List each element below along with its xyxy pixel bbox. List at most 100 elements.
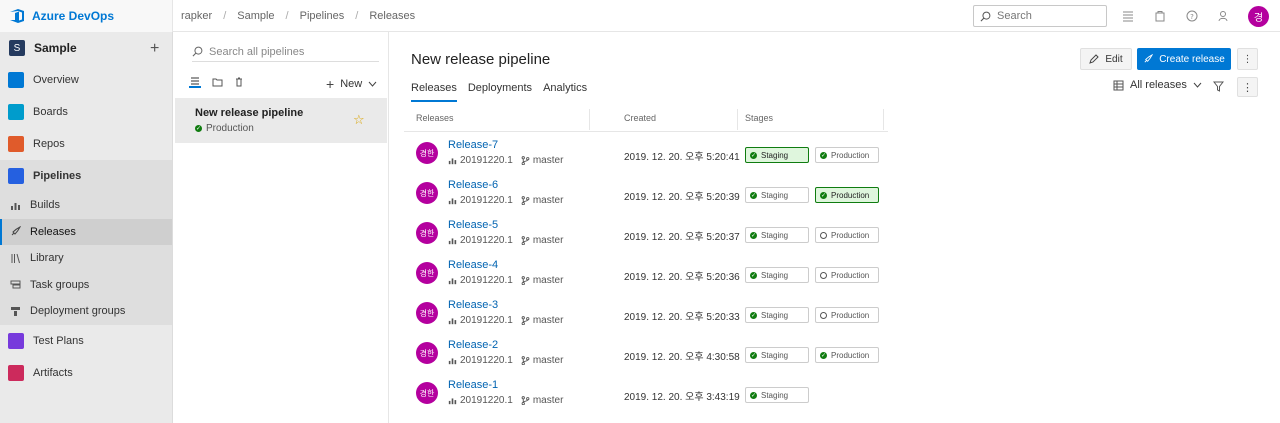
table-row[interactable]: 경한 Release-7 20191220.1 master 2019. 12. 20.… [404, 138, 888, 178]
favorite-star-icon[interactable]: ☆ [353, 112, 365, 128]
svg-text:?: ? [1190, 13, 1194, 21]
sidebar-subitem-library[interactable]: Library [0, 245, 172, 272]
release-build-number: 20191220.1 [460, 275, 513, 286]
pipeline-list-item[interactable]: New release pipeline ✓ Production ☆ [175, 98, 387, 143]
sidebar-item-artifacts[interactable]: Artifacts [0, 357, 172, 389]
user-avatar[interactable]: 경 [1248, 6, 1269, 27]
view-selector[interactable]: All releases [1113, 79, 1202, 91]
release-creator-avatar: 경한 [416, 182, 438, 204]
sidebar-item-repos[interactable]: Repos [0, 128, 172, 160]
stage-badge-production[interactable]: Production [815, 227, 879, 243]
stage-badge-staging[interactable]: ✓ Staging [745, 307, 809, 323]
stage-badge-production[interactable]: ✓ Production [815, 347, 879, 363]
branch-icon [521, 316, 530, 325]
release-created-date: 2019. 12. 20. 오후 4:30:58 [624, 352, 740, 363]
stage-badge-staging[interactable]: ✓ Staging [745, 387, 809, 403]
success-icon: ✓ [750, 231, 757, 239]
stage-badge-staging[interactable]: ✓ Staging [745, 187, 809, 203]
release-artifact-info: 20191220.1 master [448, 155, 563, 166]
release-build-number: 20191220.1 [460, 235, 513, 246]
stage-name: Staging [761, 350, 789, 360]
edit-button[interactable]: Edit [1080, 48, 1132, 70]
release-name-link[interactable]: Release-6 [448, 179, 498, 191]
pipelines-group: Pipelines Builds Releases Library Task g… [0, 160, 172, 325]
add-icon[interactable]: + [150, 40, 159, 58]
tab-releases[interactable]: Releases [411, 82, 457, 102]
stage-badge-staging[interactable]: ✓ Staging [745, 227, 809, 243]
breadcrumb-project[interactable]: Sample [237, 10, 274, 22]
filter-icon[interactable] [1212, 81, 1225, 95]
new-button[interactable]: + New [326, 76, 377, 92]
sidebar-item-test-plans[interactable]: Test Plans [0, 325, 172, 357]
breadcrumb-org[interactable]: rapker [181, 10, 212, 22]
release-name-link[interactable]: Release-3 [448, 299, 498, 311]
release-artifact-info: 20191220.1 master [448, 315, 563, 326]
stage-badge-staging[interactable]: ✓ Staging [745, 147, 809, 163]
stage-name: Production [831, 270, 870, 280]
stage-badge-staging[interactable]: ✓ Staging [745, 267, 809, 283]
tab-bar: Releases Deployments Analytics [411, 82, 587, 102]
sidebar-subitem-builds[interactable]: Builds [0, 192, 172, 219]
view-selector-label: All releases [1130, 79, 1187, 91]
release-name-link[interactable]: Release-7 [448, 139, 498, 151]
sidebar-item-overview[interactable]: Overview [0, 64, 172, 96]
stage-badge-production[interactable]: ✓ Production [815, 147, 879, 163]
folder-icon[interactable] [211, 76, 223, 88]
sidebar-subitem-task-groups[interactable]: Task groups [0, 272, 172, 299]
table-row[interactable]: 경한 Release-5 20191220.1 master 2019. 12. 20.… [404, 218, 888, 258]
branch-icon [521, 236, 530, 245]
create-release-button[interactable]: Create release [1137, 48, 1231, 70]
chevron-down-icon [1193, 82, 1202, 88]
stage-badge-production[interactable]: Production [815, 307, 879, 323]
tab-analytics[interactable]: Analytics [543, 82, 587, 102]
project-header[interactable]: S Sample + [0, 32, 172, 64]
list-icon[interactable] [1118, 6, 1137, 25]
release-name-link[interactable]: Release-1 [448, 379, 498, 391]
search-input[interactable]: Search [973, 5, 1107, 27]
more-actions-button[interactable]: ⋮ [1237, 48, 1258, 70]
release-name-link[interactable]: Release-5 [448, 219, 498, 231]
table-row[interactable]: 경한 Release-6 20191220.1 master 2019. 12. 20.… [404, 178, 888, 218]
more-options-button[interactable]: ⋮ [1237, 77, 1258, 97]
column-header-created[interactable]: Created [624, 113, 656, 123]
sidebar-subitem-releases[interactable]: Releases [0, 218, 172, 245]
table-row[interactable]: 경한 Release-4 20191220.1 master 2019. 12. 20.… [404, 258, 888, 298]
sidebar-subitem-deployment-groups[interactable]: Deployment groups [0, 298, 172, 325]
release-created-date: 2019. 12. 20. 오후 3:43:19 [624, 392, 740, 403]
brand[interactable]: Azure DevOps [0, 0, 173, 32]
release-name-link[interactable]: Release-4 [448, 259, 498, 271]
table-row[interactable]: 경한 Release-2 20191220.1 master 2019. 12. 20.… [404, 338, 888, 378]
sidebar-item-label: Releases [30, 225, 76, 238]
stage-name: Staging [761, 150, 789, 160]
tab-deployments[interactable]: Deployments [468, 82, 532, 102]
success-icon: ✓ [820, 351, 827, 359]
table-row[interactable]: 경한 Release-1 20191220.1 master 2019. 12. 20.… [404, 378, 888, 418]
build-icon [448, 238, 457, 245]
table-row[interactable]: 경한 Release-3 20191220.1 master 2019. 12. 20.… [404, 298, 888, 338]
release-name-link[interactable]: Release-2 [448, 339, 498, 351]
pipeline-search-placeholder: Search all pipelines [209, 45, 305, 58]
user-settings-icon[interactable] [1214, 6, 1233, 25]
breadcrumb-pipelines[interactable]: Pipelines [300, 10, 345, 22]
builds-icon [9, 199, 21, 211]
breadcrumb-releases[interactable]: Releases [369, 10, 415, 22]
list-view-icon[interactable] [189, 76, 201, 88]
pipeline-search-input[interactable]: Search all pipelines [192, 42, 379, 62]
sidebar-item-pipelines[interactable]: Pipelines [0, 160, 172, 192]
column-header-stages[interactable]: Stages [745, 113, 773, 123]
top-bar: Azure DevOps rapker / Sample / Pipelines… [0, 0, 1280, 32]
table-icon [1113, 80, 1124, 90]
sidebar-item-boards[interactable]: Boards [0, 96, 172, 128]
not-deployed-icon [820, 311, 827, 319]
stage-badge-staging[interactable]: ✓ Staging [745, 347, 809, 363]
stage-badge-production[interactable]: Production [815, 267, 879, 283]
marketplace-icon[interactable] [1150, 6, 1169, 25]
release-artifact-info: 20191220.1 master [448, 195, 563, 206]
help-icon[interactable]: ? [1182, 6, 1201, 25]
sidebar: S Sample + Overview Boards Repos Pipelin… [0, 32, 173, 423]
stage-badge-production[interactable]: ✓ Production [815, 187, 879, 203]
delete-icon[interactable] [233, 76, 245, 88]
column-header-releases[interactable]: Releases [416, 113, 454, 123]
rocket-icon [1144, 54, 1154, 63]
library-icon [9, 252, 21, 264]
